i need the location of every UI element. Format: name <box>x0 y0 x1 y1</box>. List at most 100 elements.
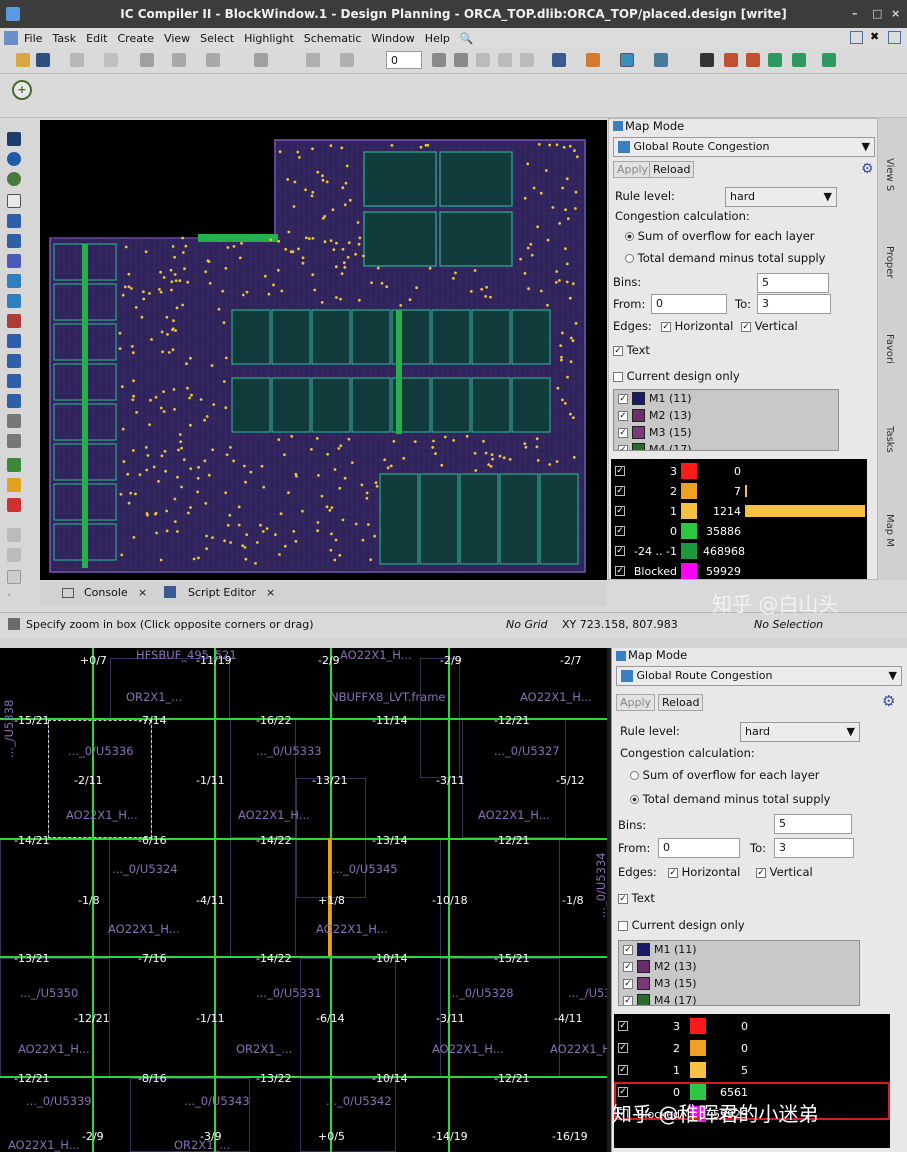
comment-icon[interactable] <box>552 53 566 67</box>
layout-canvas[interactable] <box>40 120 607 580</box>
unlock-icon[interactable] <box>7 548 21 562</box>
sum-overflow-radio[interactable]: Sum of overflow for each layer <box>625 229 815 243</box>
app-menu-icon[interactable] <box>4 31 18 45</box>
cell-icon[interactable] <box>7 294 21 308</box>
close-button[interactable]: × <box>891 0 900 28</box>
checkbox-icon[interactable]: ✓ <box>615 526 625 536</box>
menu-create[interactable]: Create <box>117 32 154 45</box>
layer-row[interactable]: ✓ M4 (17) <box>614 441 838 450</box>
checkbox-icon[interactable]: ✓ <box>623 995 633 1005</box>
from-input[interactable]: 0 <box>651 294 727 314</box>
menu-view[interactable]: View <box>164 32 190 45</box>
float-window-icon[interactable] <box>850 31 863 44</box>
layer-spinner[interactable]: 0 <box>386 51 422 69</box>
rule-level-select[interactable]: hard ▼ <box>725 187 837 207</box>
tab-tasks[interactable]: Tasks <box>884 426 895 453</box>
zoomed-canvas[interactable]: +0/7 -11/19 -2/9 -2/9 -2/7 -15/21 -7/14 -16/22-… <box>0 648 607 1152</box>
find-icon[interactable] <box>746 53 760 67</box>
measure-icon[interactable] <box>432 53 446 67</box>
checkbox-icon[interactable]: ✓ <box>615 546 625 556</box>
checkbox-icon[interactable]: ✓ <box>615 486 625 496</box>
reload-button[interactable]: Reload <box>649 161 695 178</box>
vertical-checkbox[interactable]: ✓ Vertical <box>741 319 798 333</box>
text-checkbox[interactable]: ✓ Text <box>618 891 655 905</box>
close-icon[interactable]: × <box>138 586 147 599</box>
pin-icon[interactable] <box>700 53 714 67</box>
menu-highlight[interactable]: Highlight <box>244 32 294 45</box>
ruler-icon[interactable] <box>454 53 468 67</box>
group-icon[interactable] <box>7 374 21 388</box>
move-icon[interactable] <box>206 53 220 67</box>
open-icon[interactable] <box>16 53 30 67</box>
palette-icon[interactable] <box>7 478 21 492</box>
checkbox-icon[interactable]: ✓ <box>618 1065 628 1075</box>
bracket-icon[interactable] <box>7 254 21 268</box>
total-demand-radio[interactable]: Total demand minus total supply <box>625 251 826 265</box>
align-icon[interactable] <box>476 53 490 67</box>
blockage-icon[interactable] <box>7 414 21 428</box>
sum-overflow-radio[interactable]: Sum of overflow for each layer <box>630 768 820 782</box>
zoom-fit-icon[interactable] <box>254 53 268 67</box>
snap-icon[interactable] <box>140 53 154 67</box>
distribute-icon[interactable] <box>498 53 512 67</box>
text-checkbox[interactable]: ✓ Text <box>613 343 650 357</box>
layer-row[interactable]: ✓ M1 (11) <box>619 941 859 958</box>
map-mode-select[interactable]: Global Route Congestion ▼ <box>613 137 875 157</box>
close-icon[interactable]: × <box>266 586 275 599</box>
array-icon[interactable] <box>7 394 21 408</box>
chart-icon[interactable] <box>7 458 21 472</box>
checkbox-icon[interactable]: ✓ <box>615 466 625 476</box>
layer-row[interactable]: ✓ M2 (13) <box>619 958 859 975</box>
search-icon[interactable]: 🔍 <box>460 32 474 45</box>
checkbox-icon[interactable]: ✓ <box>623 978 633 989</box>
map-mode-select[interactable]: Global Route Congestion ▼ <box>616 666 902 686</box>
cut-icon[interactable] <box>104 53 118 67</box>
route-check-icon[interactable] <box>724 53 738 67</box>
tab-map-mode[interactable]: Map M <box>884 514 895 547</box>
info-icon[interactable] <box>7 152 21 166</box>
checkbox-icon[interactable]: ✓ <box>618 1043 628 1053</box>
lock-icon[interactable] <box>7 528 21 542</box>
checkbox-icon[interactable]: ✓ <box>623 961 633 972</box>
from-input[interactable]: 0 <box>658 838 740 858</box>
menu-file[interactable]: File <box>24 32 42 45</box>
current-design-checkbox[interactable]: Current design only <box>613 369 740 383</box>
undo-icon[interactable] <box>306 53 320 67</box>
restore-panel-icon[interactable] <box>888 31 901 44</box>
checkbox-icon[interactable]: ✓ <box>618 1021 628 1031</box>
menu-edit[interactable]: Edit <box>86 32 107 45</box>
checkbox-icon[interactable]: ✓ <box>618 393 628 404</box>
route-icon[interactable] <box>172 53 186 67</box>
apply-button[interactable]: Apply <box>613 161 653 178</box>
zoom-in-icon[interactable]: + <box>12 80 32 100</box>
bins-spinner[interactable]: 5 <box>774 814 852 834</box>
layer-row[interactable]: ✓ M2 (13) <box>614 407 838 424</box>
tab-favorites[interactable]: Favori <box>884 334 895 364</box>
apply-button[interactable]: Apply <box>616 694 656 711</box>
more-down-icon[interactable]: ˅ <box>7 594 21 608</box>
layer-list[interactable]: ✓ M1 (11) ✓ M2 (13) ✓ M3 (15) ✓ M4 (17) <box>618 940 860 1006</box>
stack-icon[interactable] <box>7 334 21 348</box>
tab-script-editor[interactable]: Script Editor <box>188 586 256 599</box>
tab-console[interactable]: Console <box>84 586 128 599</box>
horizontal-checkbox[interactable]: ✓ Horizontal <box>668 865 740 879</box>
checkbox-icon[interactable]: ✓ <box>618 444 628 450</box>
redo-icon[interactable] <box>340 53 354 67</box>
total-demand-radio[interactable]: Total demand minus total supply <box>630 792 831 806</box>
flip-icon[interactable] <box>520 53 534 67</box>
select-pointer-icon[interactable] <box>7 132 21 146</box>
layer-row[interactable]: ✓ M3 (15) <box>614 424 838 441</box>
grid-icon[interactable] <box>7 434 21 448</box>
layout-icon[interactable] <box>654 53 668 67</box>
net-icon[interactable] <box>768 53 782 67</box>
minimize-button[interactable]: – <box>852 0 858 28</box>
layer-row[interactable]: ✓ M1 (11) <box>614 390 838 407</box>
to-input[interactable]: 3 <box>774 838 854 858</box>
tab-view-settings[interactable]: View S <box>884 158 895 191</box>
settings-icon[interactable]: ⚙ <box>882 692 895 710</box>
checkbox-icon[interactable]: ✓ <box>615 506 625 516</box>
save-icon[interactable] <box>36 53 50 67</box>
checkbox-icon[interactable]: ✓ <box>615 566 625 576</box>
checkbox-icon[interactable]: ✓ <box>618 427 628 438</box>
timing-icon[interactable] <box>792 53 806 67</box>
